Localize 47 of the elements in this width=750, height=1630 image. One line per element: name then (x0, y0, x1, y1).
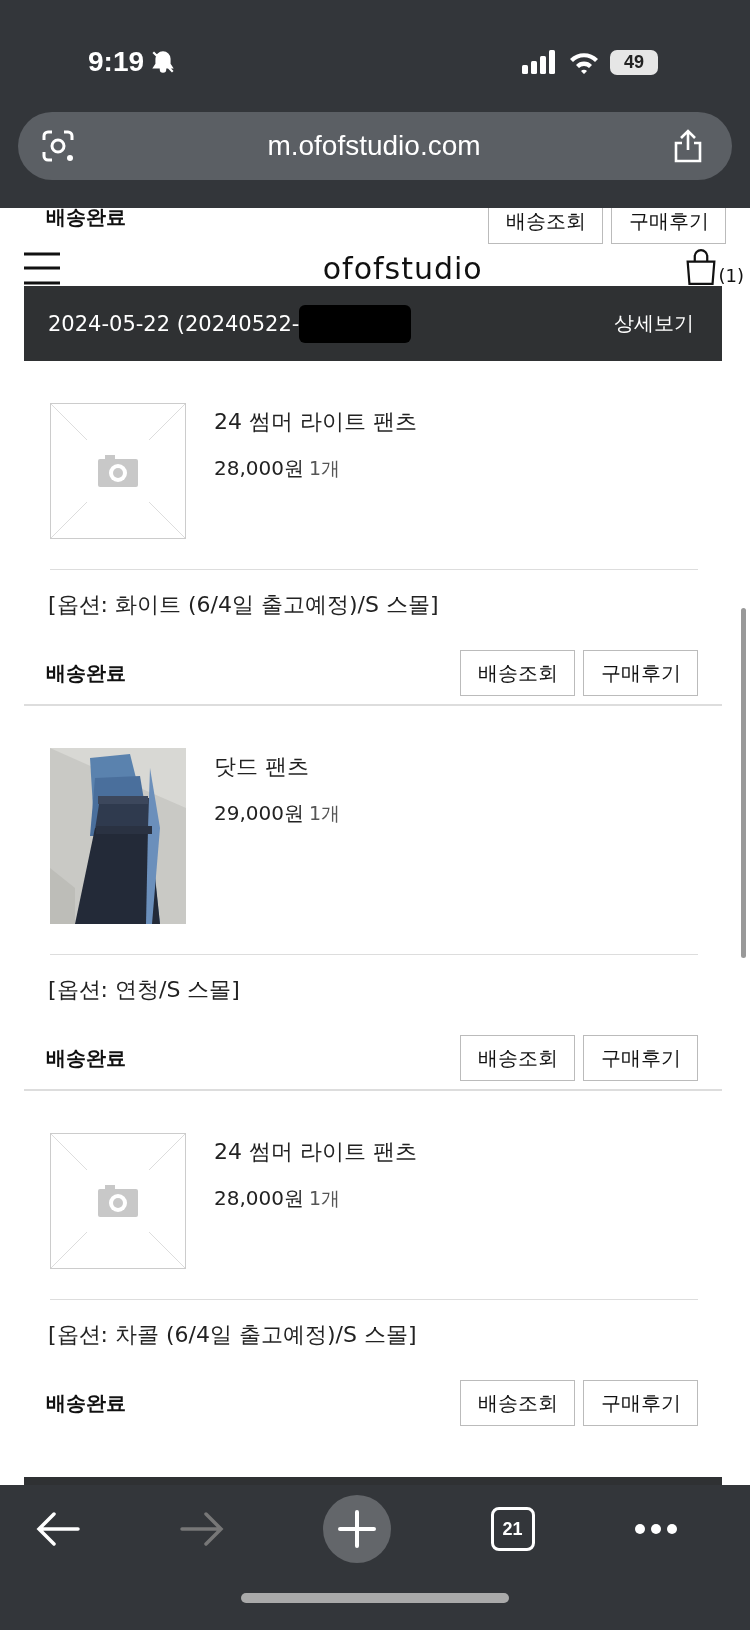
signal-icon (522, 50, 558, 74)
order-action-button[interactable]: 구매후기 (583, 1380, 698, 1426)
product-name[interactable]: 닷드 팬츠 (214, 752, 341, 782)
share-icon[interactable] (672, 128, 704, 164)
product-option: [옵션: 연청/S 스몰] (0, 955, 750, 1005)
delivery-status: 배송완료 (46, 208, 126, 231)
product-quantity: 1개 (309, 1187, 341, 1209)
image-placeholder-icon (50, 1133, 186, 1269)
product-price: 28,000원 (214, 456, 304, 480)
cart-count: (1) (718, 265, 744, 286)
image-placeholder-icon (50, 403, 186, 539)
bell-muted-icon (150, 49, 177, 75)
status-time: 9:19 (88, 46, 145, 78)
order-action-button[interactable]: 배송조회 (460, 650, 575, 696)
order-action-button[interactable]: 배송조회 (488, 208, 603, 244)
product-price: 29,000원 (214, 801, 304, 825)
camera-search-icon[interactable] (40, 128, 76, 164)
shopping-bag-icon[interactable] (685, 248, 718, 286)
battery-icon: 49 (610, 49, 658, 75)
new-tab-button[interactable] (323, 1495, 391, 1563)
product-name[interactable]: 24 썸머 라이트 팬츠 (214, 1137, 417, 1167)
product-quantity: 1개 (309, 457, 341, 479)
scrollbar[interactable] (741, 608, 746, 958)
product-quantity: 1개 (309, 802, 341, 824)
forward-icon[interactable] (179, 1511, 224, 1547)
order-date: 2024-05-22 (20240522- (48, 311, 300, 336)
product-option: [옵션: 화이트 (6/4일 출고예정)/S 스몰] (0, 570, 750, 620)
product-price: 28,000원 (214, 1186, 304, 1210)
more-icon[interactable] (634, 1523, 678, 1535)
site-logo[interactable]: ofofstudio (322, 252, 483, 286)
address-bar[interactable]: m.ofofstudio.com (18, 112, 732, 180)
order-action-button[interactable]: 구매후기 (583, 1035, 698, 1081)
menu-icon[interactable] (24, 252, 60, 286)
product-option: [옵션: 차콜 (6/4일 출고예정)/S 스몰] (0, 1300, 750, 1350)
delivery-status: 배송완료 (46, 1389, 126, 1417)
url-text: m.ofofstudio.com (267, 130, 481, 162)
tabs-button[interactable]: 21 (490, 1507, 535, 1551)
wifi-icon (568, 50, 600, 74)
order-action-button[interactable]: 구매후기 (583, 650, 698, 696)
delivery-status: 배송완료 (46, 1044, 126, 1072)
product-name[interactable]: 24 썸머 라이트 팬츠 (214, 407, 417, 437)
back-icon[interactable] (36, 1511, 80, 1547)
order-action-button[interactable]: 구매후기 (611, 208, 726, 244)
delivery-status: 배송완료 (46, 659, 126, 687)
detail-link[interactable]: 상세보기 (614, 310, 694, 337)
order-action-button[interactable]: 배송조회 (460, 1035, 575, 1081)
order-action-button[interactable]: 배송조회 (460, 1380, 575, 1426)
